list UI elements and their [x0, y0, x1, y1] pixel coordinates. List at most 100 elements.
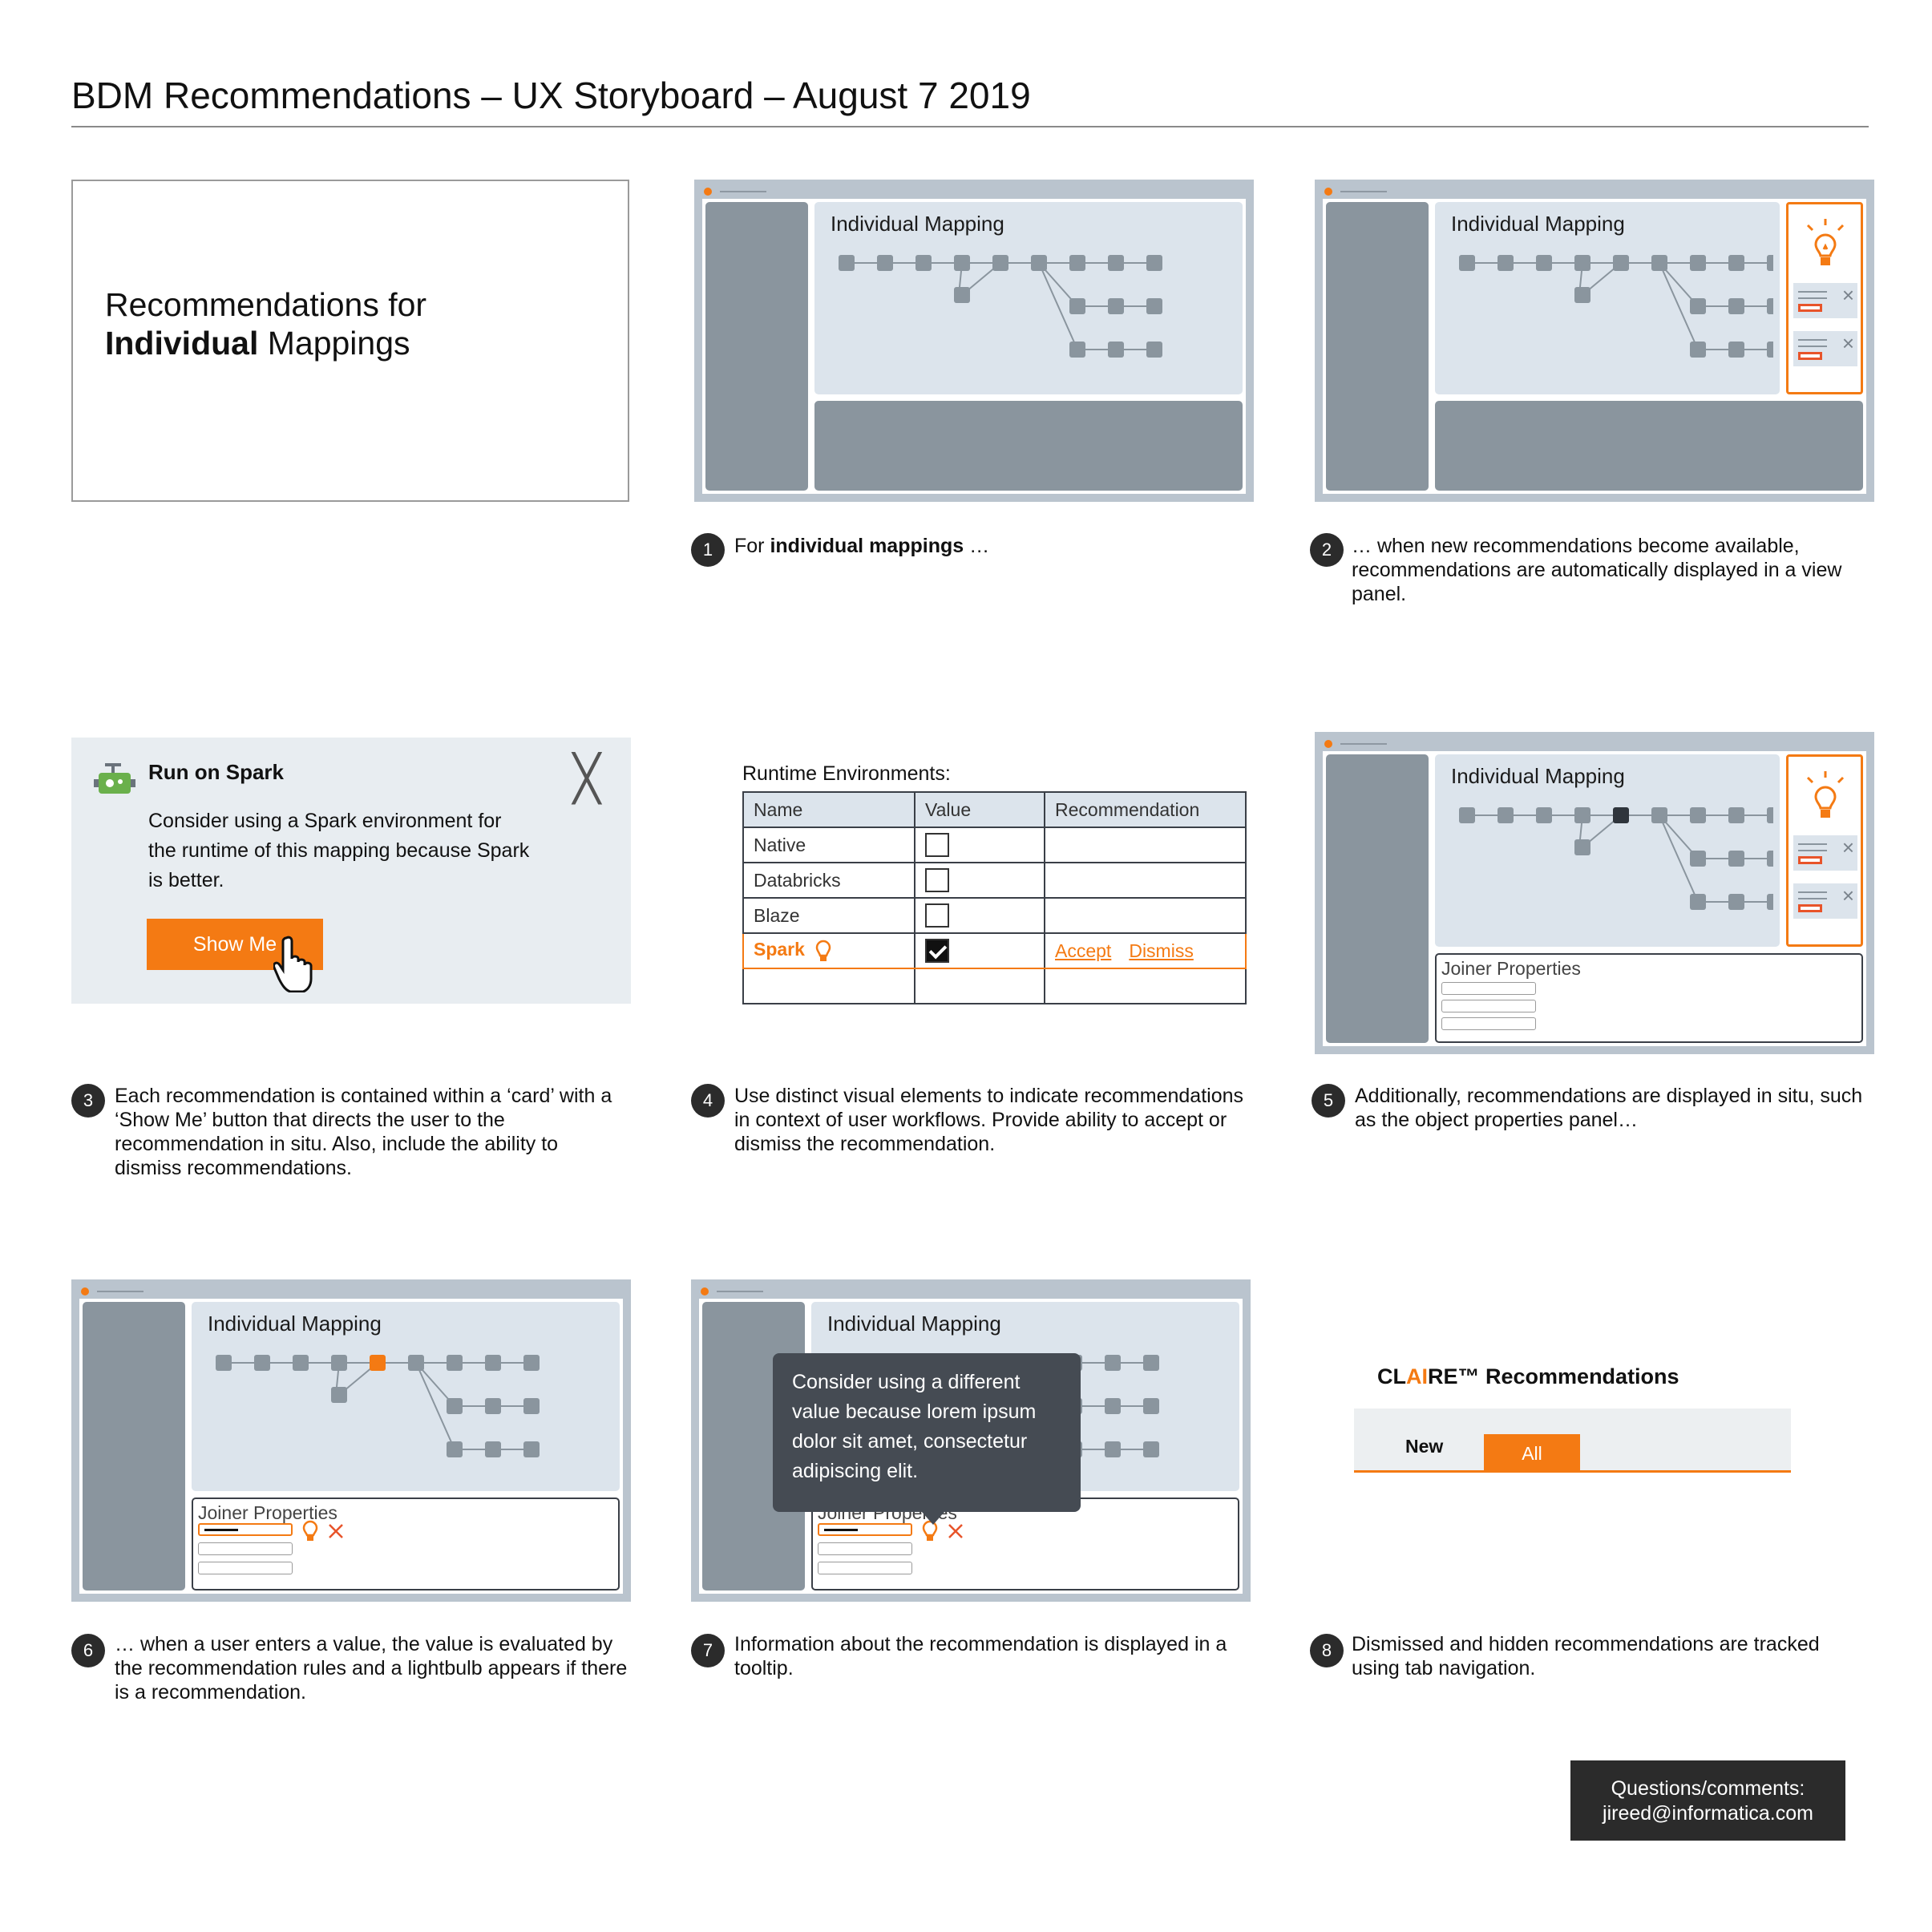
mapping-node[interactable] [1143, 1398, 1159, 1414]
mapping-node[interactable] [1574, 807, 1590, 823]
mapping-node[interactable] [1613, 807, 1629, 823]
mapping-node[interactable] [1613, 255, 1629, 271]
mapping-node[interactable] [915, 255, 932, 271]
mapping-node[interactable] [1690, 894, 1706, 910]
mapping-node[interactable] [992, 255, 1008, 271]
mapping-node[interactable] [1690, 807, 1706, 823]
mapping-node[interactable] [1146, 298, 1162, 314]
mapping-node[interactable] [1728, 894, 1744, 910]
close-icon[interactable]: ╳ [573, 756, 600, 801]
mapping-node[interactable] [1728, 807, 1744, 823]
mapping-node[interactable] [1690, 342, 1706, 358]
recommendation-card-mini[interactable]: × [1793, 835, 1857, 871]
mapping-node[interactable] [331, 1387, 347, 1403]
mapping-node[interactable] [1728, 851, 1744, 867]
mapping-node[interactable] [1767, 255, 1773, 271]
mapping-node[interactable] [1767, 851, 1773, 867]
mapping-node[interactable] [254, 1355, 270, 1371]
dismiss-icon[interactable] [328, 1523, 344, 1539]
mapping-node[interactable] [447, 1398, 463, 1414]
mapping-node[interactable] [1105, 1441, 1121, 1457]
mapping-node[interactable] [447, 1441, 463, 1457]
property-field[interactable] [818, 1562, 912, 1574]
mapping-node[interactable] [1574, 839, 1590, 855]
mapping-node[interactable] [447, 1355, 463, 1371]
close-icon[interactable]: × [1842, 885, 1854, 906]
lightbulb-icon[interactable] [301, 1520, 320, 1542]
mapping-node[interactable] [523, 1398, 540, 1414]
mapping-node[interactable] [1146, 255, 1162, 271]
dismiss-link[interactable]: Dismiss [1129, 940, 1194, 961]
mapping-node[interactable] [1146, 342, 1162, 358]
mapping-node[interactable] [1651, 807, 1667, 823]
mapping-node[interactable] [1498, 807, 1514, 823]
contact-email[interactable]: jireed@informatica.com [1570, 1801, 1845, 1826]
property-field[interactable] [1441, 982, 1536, 995]
mapping-node[interactable] [293, 1355, 309, 1371]
tab-all[interactable]: All [1484, 1434, 1580, 1473]
mapping-node[interactable] [954, 287, 970, 303]
mapping-node[interactable] [485, 1398, 501, 1414]
mapping-node[interactable] [485, 1355, 501, 1371]
mapping-node[interactable] [1574, 287, 1590, 303]
mapping-node[interactable] [1105, 1398, 1121, 1414]
mapping-node[interactable] [1069, 255, 1085, 271]
mapping-node[interactable] [1767, 894, 1773, 910]
tab-new[interactable]: New [1405, 1436, 1443, 1457]
mapping-node[interactable] [954, 255, 970, 271]
lightbulb-icon[interactable] [813, 938, 834, 964]
mapping-node[interactable] [1105, 1355, 1121, 1371]
mapping-node[interactable] [485, 1441, 501, 1457]
property-field[interactable] [198, 1562, 293, 1574]
mapping-node[interactable] [839, 255, 855, 271]
close-icon[interactable]: × [1842, 333, 1854, 354]
mapping-node[interactable] [1031, 255, 1047, 271]
mapping-node[interactable] [1536, 807, 1552, 823]
mapping-node[interactable] [1690, 255, 1706, 271]
mapping-node[interactable] [523, 1355, 540, 1371]
property-field[interactable] [818, 1542, 912, 1555]
mapping-node[interactable] [1459, 255, 1475, 271]
mapping-node[interactable] [1069, 342, 1085, 358]
env-checkbox[interactable] [925, 903, 949, 928]
mapping-node[interactable] [1728, 298, 1744, 314]
property-field-active[interactable] [818, 1523, 912, 1536]
recommendation-card-mini[interactable]: × [1793, 283, 1857, 318]
mapping-node[interactable] [1459, 807, 1475, 823]
mapping-node[interactable] [1690, 298, 1706, 314]
property-field-active[interactable] [198, 1523, 293, 1536]
mapping-node[interactable] [1767, 298, 1773, 314]
env-checkbox[interactable] [925, 868, 949, 892]
close-icon[interactable]: × [1842, 285, 1854, 305]
property-field[interactable] [198, 1542, 293, 1555]
mapping-node[interactable] [408, 1355, 424, 1371]
mapping-node[interactable] [877, 255, 893, 271]
mapping-node[interactable] [1767, 342, 1773, 358]
env-checkbox[interactable] [925, 833, 949, 857]
mapping-node[interactable] [1767, 807, 1773, 823]
mapping-node[interactable] [1143, 1441, 1159, 1457]
mapping-node[interactable] [1143, 1355, 1159, 1371]
mapping-node[interactable] [216, 1355, 232, 1371]
mapping-node[interactable] [523, 1441, 540, 1457]
mapping-node[interactable] [1108, 298, 1124, 314]
close-icon[interactable]: × [1842, 837, 1854, 858]
mapping-node[interactable] [1651, 255, 1667, 271]
accept-link[interactable]: Accept [1055, 940, 1111, 961]
dismiss-icon[interactable] [948, 1523, 964, 1539]
mapping-node[interactable] [1536, 255, 1552, 271]
property-field[interactable] [1441, 1000, 1536, 1012]
mapping-node[interactable] [1498, 255, 1514, 271]
mapping-node[interactable] [1728, 255, 1744, 271]
mapping-node[interactable] [1728, 342, 1744, 358]
mapping-node[interactable] [331, 1355, 347, 1371]
mapping-node[interactable] [1690, 851, 1706, 867]
env-checkbox[interactable] [925, 939, 949, 963]
mapping-node[interactable] [1069, 298, 1085, 314]
mapping-node[interactable] [1108, 255, 1124, 271]
property-field[interactable] [1441, 1017, 1536, 1030]
recommendation-card-mini[interactable]: × [1793, 331, 1857, 366]
mapping-node[interactable] [1108, 342, 1124, 358]
mapping-node[interactable] [1574, 255, 1590, 271]
recommendation-panel[interactable]: × × [1786, 754, 1863, 947]
